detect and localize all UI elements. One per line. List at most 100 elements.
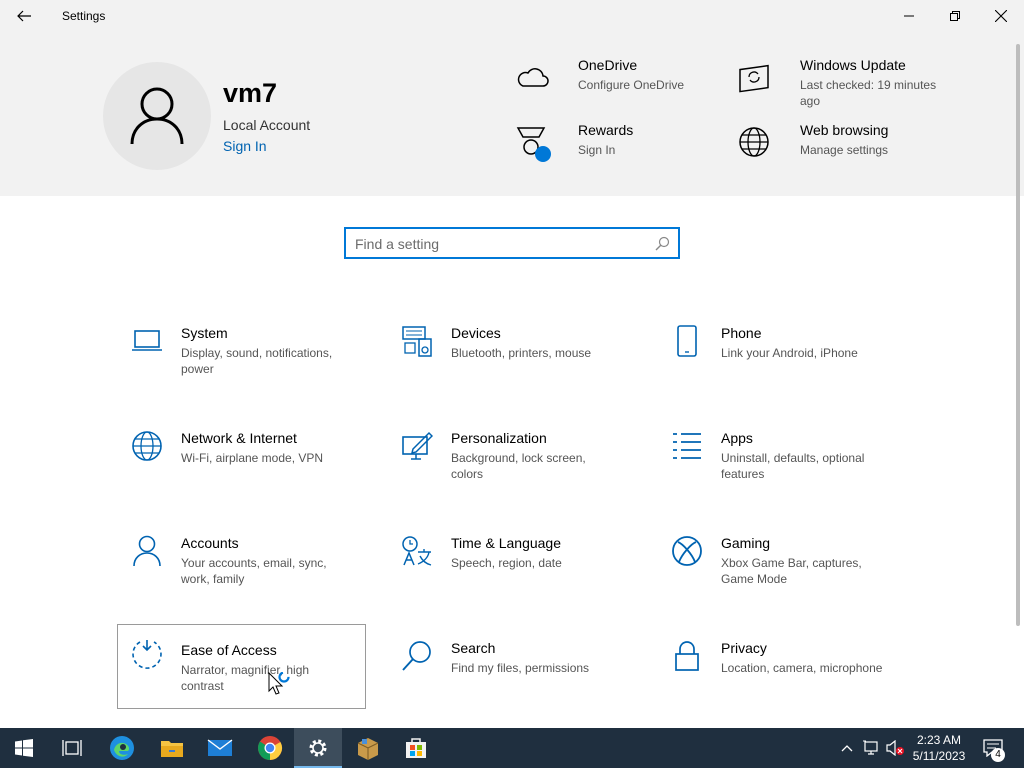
lock-icon (670, 639, 704, 673)
category-description: Display, sound, notifications, power (181, 346, 333, 376)
globe-icon (734, 122, 774, 162)
category-title: Apps (721, 430, 753, 446)
store-button[interactable] (392, 728, 440, 768)
category-gaming[interactable]: Gaming Xbox Game Bar, captures, Game Mod… (658, 526, 907, 610)
volume-tray-button[interactable] (884, 728, 906, 768)
show-hidden-icons-button[interactable] (838, 728, 856, 768)
quick-link-rewards[interactable]: Rewards Sign In (512, 122, 712, 172)
title-bar: Settings (0, 0, 1024, 32)
category-title: Ease of Access (181, 642, 277, 658)
category-time-language[interactable]: Time & Language Speech, region, date (388, 526, 637, 610)
windows-update-icon (734, 57, 774, 97)
notification-badge: 4 (991, 748, 1005, 762)
network-tray-button[interactable] (860, 728, 882, 768)
taskbar-clock[interactable]: 2:23 AM 5/11/2023 (904, 732, 974, 764)
category-personalization[interactable]: Personalization Background, lock screen,… (388, 421, 637, 505)
category-privacy[interactable]: Privacy Location, camera, microphone (658, 631, 907, 715)
category-title: Phone (721, 325, 762, 341)
clock-time: 2:23 AM (916, 733, 962, 747)
category-title: Time & Language (451, 535, 561, 551)
search-icon (400, 639, 434, 673)
category-description: Background, lock screen, colors (451, 451, 586, 481)
chevron-up-icon (841, 745, 853, 752)
category-system[interactable]: System Display, sound, notifications, po… (118, 316, 367, 400)
account-type: Local Account (223, 117, 311, 133)
package-app-button[interactable] (344, 728, 392, 768)
quick-link-subtitle: Sign In (578, 143, 616, 157)
category-phone[interactable]: Phone Link your Android, iPhone (658, 316, 907, 400)
back-arrow-icon (17, 10, 31, 22)
category-title: Search (451, 640, 496, 656)
edge-button[interactable] (98, 728, 146, 768)
category-description: Uninstall, defaults, optional features (721, 451, 865, 481)
category-title: Gaming (721, 535, 771, 551)
mail-icon (207, 739, 233, 756)
search-input[interactable] (355, 234, 645, 254)
package-icon (357, 738, 379, 760)
network-icon (863, 740, 878, 755)
taskbar: 2:23 AM 5/11/2023 4 (0, 728, 1024, 768)
category-description: Wi-Fi, airplane mode, VPN (181, 451, 324, 465)
category-title: Accounts (181, 535, 239, 551)
settings-gear-icon (309, 739, 327, 757)
start-icon (15, 739, 33, 757)
laptop-icon (130, 324, 164, 358)
category-description: Xbox Game Bar, captures, Game Mode (721, 556, 862, 586)
apps-list-icon (670, 429, 704, 463)
quick-link-subtitle: Configure OneDrive (578, 78, 685, 92)
category-title: Privacy (721, 640, 767, 656)
back-button[interactable] (8, 2, 40, 30)
clock-date: 5/11/2023 (912, 749, 966, 763)
close-icon (995, 10, 1007, 22)
category-apps[interactable]: Apps Uninstall, defaults, optional featu… (658, 421, 907, 505)
task-view-icon (62, 740, 82, 756)
file-explorer-icon (161, 741, 183, 757)
category-title: Personalization (451, 430, 547, 446)
quick-link-web-browsing[interactable]: Web browsing Manage settings (734, 122, 954, 172)
category-title: Devices (451, 325, 501, 341)
quick-link-windows-update[interactable]: Windows Update Last checked: 19 minutes … (734, 57, 954, 108)
quick-link-title: Web browsing (800, 122, 889, 138)
quick-link-subtitle: Last checked: 19 minutes ago (800, 78, 937, 108)
user-avatar-icon (130, 87, 184, 145)
category-title: Network & Internet (181, 430, 297, 446)
maximize-button[interactable] (932, 0, 978, 32)
store-icon (406, 738, 426, 758)
category-title: System (181, 325, 228, 341)
globe-icon (130, 429, 164, 463)
category-network[interactable]: Network & Internet Wi-Fi, airplane mode,… (118, 421, 367, 505)
action-center-button[interactable] (980, 728, 1006, 768)
search-box[interactable] (344, 227, 680, 259)
settings-taskbar-button[interactable] (294, 728, 342, 768)
category-description: Narrator, magnifier, high contrast (181, 663, 310, 693)
chrome-button[interactable] (246, 728, 294, 768)
phone-icon (670, 324, 704, 358)
category-ease-of-access[interactable]: Ease of Access Narrator, magnifier, high… (117, 624, 366, 709)
quick-link-title: Rewards (578, 122, 634, 138)
quick-link-title: Windows Update (800, 57, 906, 73)
mail-button[interactable] (196, 728, 244, 768)
sign-in-link[interactable]: Sign In (223, 138, 267, 154)
window-title: Settings (62, 9, 106, 23)
rewards-icon (512, 122, 552, 162)
scrollbar[interactable] (1016, 44, 1020, 626)
xbox-icon (670, 534, 704, 568)
edge-icon (110, 736, 134, 760)
category-description: Your accounts, email, sync, work, family (181, 556, 327, 586)
search-icon[interactable] (654, 236, 670, 252)
task-view-button[interactable] (48, 728, 96, 768)
close-button[interactable] (978, 0, 1024, 32)
quick-link-onedrive[interactable]: OneDrive Configure OneDrive (512, 57, 712, 107)
start-button[interactable] (0, 728, 48, 768)
devices-icon (400, 324, 434, 358)
minimize-button[interactable] (886, 0, 932, 32)
file-explorer-button[interactable] (148, 728, 196, 768)
category-search[interactable]: Search Find my files, permissions (388, 631, 637, 715)
category-accounts[interactable]: Accounts Your accounts, email, sync, wor… (118, 526, 367, 610)
avatar[interactable] (103, 62, 211, 170)
quick-link-title: OneDrive (578, 57, 638, 73)
minimize-icon (904, 15, 914, 17)
personalization-icon (400, 429, 434, 463)
category-devices[interactable]: Devices Bluetooth, printers, mouse (388, 316, 637, 400)
category-description: Bluetooth, printers, mouse (451, 346, 592, 360)
